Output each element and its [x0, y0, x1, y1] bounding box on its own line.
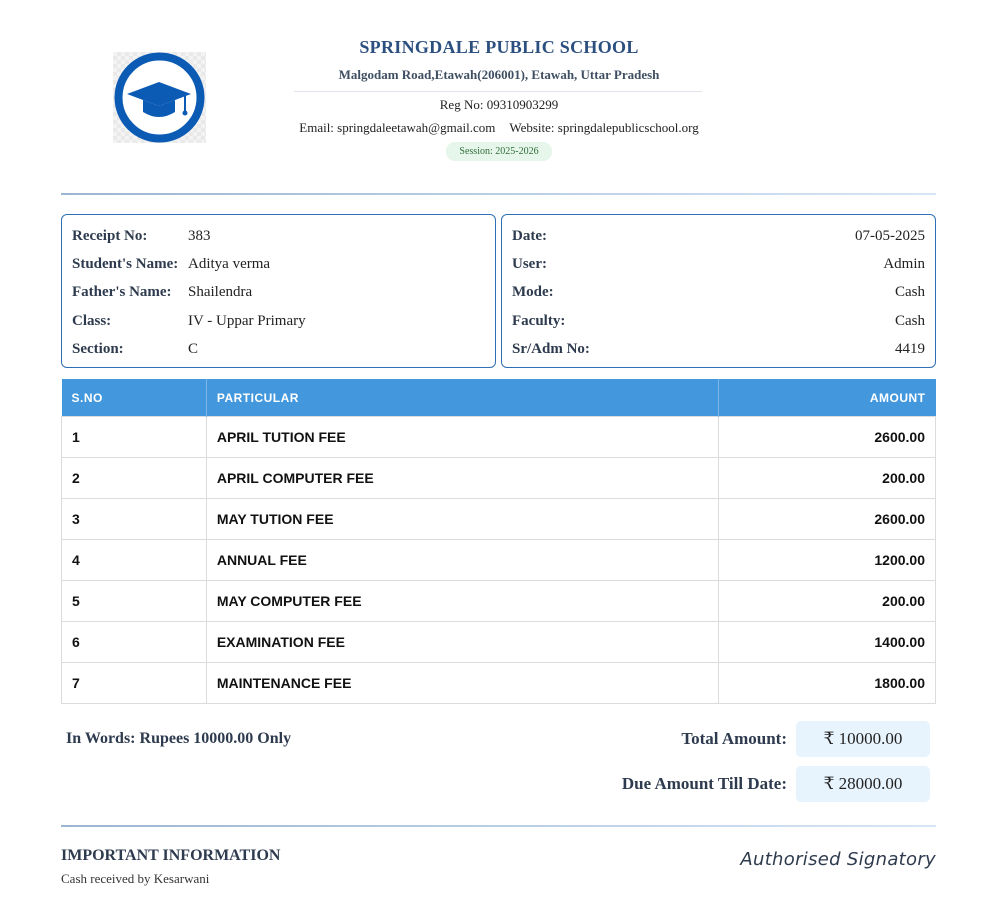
receipt-no-label: Receipt No: [72, 228, 148, 244]
table-row: 3 MAY TUTION FEE 2600.00 [61, 498, 936, 540]
faculty-row: Faculty: Cash [512, 310, 925, 332]
footer-separator [61, 825, 936, 827]
sno-cell: 3 [61, 498, 207, 540]
amount-in-words: In Words: Rupees 10000.00 Only [66, 730, 292, 747]
school-logo [113, 52, 206, 143]
receipt-no-row: Receipt No: 383 [72, 225, 485, 247]
sr-adm-no-label: Sr/Adm No: [512, 341, 590, 357]
date-row: Date: 07-05-2025 [512, 225, 925, 247]
faculty-label: Faculty: [512, 313, 566, 329]
authorised-signatory: Authorised Signatory [740, 849, 936, 870]
header-separator [61, 193, 936, 195]
father-name-label: Father's Name: [72, 284, 172, 300]
user-row: User: Admin [512, 253, 925, 275]
amount-cell: 2600.00 [718, 498, 936, 540]
sno-header: S.NO [61, 379, 207, 417]
sno-cell: 7 [61, 662, 207, 704]
important-info-text: Cash received by Kesarwani [61, 871, 210, 886]
table-row: 4 ANNUAL FEE 1200.00 [61, 539, 936, 581]
total-amount-value: ₹ 10000.00 [796, 721, 930, 757]
important-info-title: IMPORTANT INFORMATION [61, 847, 281, 864]
contact-line: Email: springdaleetawah@gmail.com Website… [260, 120, 738, 136]
sno-cell: 4 [61, 539, 207, 581]
particular-cell: MAY COMPUTER FEE [205, 580, 720, 622]
school-name: SPRINGDALE PUBLIC SCHOOL [359, 37, 639, 57]
student-name-row: Student's Name: Aditya verma [72, 253, 485, 275]
registration-number: Reg No: 09310903299 [439, 97, 559, 112]
table-row: 5 MAY COMPUTER FEE 200.00 [61, 580, 936, 622]
table-row: 7 MAINTENANCE FEE 1800.00 [61, 662, 936, 704]
class-label: Class: [72, 313, 112, 329]
fee-table: S.NO PARTICULAR AMOUNT 1 APRIL TUTION FE… [61, 379, 936, 704]
particular-cell: MAY TUTION FEE [205, 498, 720, 540]
amount-cell: 2600.00 [718, 416, 936, 458]
graduation-cap-icon [114, 52, 205, 143]
faculty-value: Cash [895, 313, 925, 329]
sno-cell: 1 [61, 416, 207, 458]
father-name-row: Father's Name: Shailendra [72, 281, 485, 303]
father-name-value: Shailendra [188, 284, 253, 300]
date-value: 07-05-2025 [855, 228, 925, 244]
mode-row: Mode: Cash [512, 281, 925, 303]
school-email: Email: springdaleetawah@gmail.com [299, 120, 496, 135]
section-value: C [188, 341, 199, 357]
user-value: Admin [883, 256, 925, 272]
particular-header: PARTICULAR [206, 379, 720, 417]
particular-cell: MAINTENANCE FEE [205, 662, 720, 704]
student-info-box: Receipt No: 383 Student's Name: Aditya v… [61, 214, 496, 368]
receipt-no-value: 383 [188, 228, 211, 244]
table-row: 2 APRIL COMPUTER FEE 200.00 [61, 457, 936, 499]
table-header-row: S.NO PARTICULAR AMOUNT [61, 379, 936, 417]
amount-cell: 1200.00 [718, 539, 936, 581]
sno-cell: 5 [61, 580, 207, 622]
date-label: Date: [512, 228, 547, 244]
mode-label: Mode: [512, 284, 554, 300]
student-name-value: Aditya verma [188, 256, 271, 272]
particular-cell: ANNUAL FEE [205, 539, 720, 581]
particular-cell: APRIL TUTION FEE [205, 416, 720, 458]
table-row: 1 APRIL TUTION FEE 2600.00 [61, 416, 936, 458]
sno-cell: 2 [61, 457, 207, 499]
due-amount-label: Due Amount Till Date: [621, 774, 787, 793]
class-value: IV - Uppar Primary [188, 313, 306, 329]
mode-value: Cash [895, 284, 925, 300]
particular-cell: EXAMINATION FEE [205, 621, 720, 663]
receipt-info-box: Date: 07-05-2025 User: Admin Mode: Cash … [501, 214, 936, 368]
amount-cell: 1800.00 [718, 662, 936, 704]
school-website: Website: springdalepublicschool.org [509, 120, 699, 135]
amount-header: AMOUNT [718, 379, 936, 417]
total-amount-label: Total Amount: [681, 729, 787, 748]
section-row: Section: C [72, 338, 485, 360]
student-name-label: Student's Name: [72, 256, 179, 272]
section-label: Section: [72, 341, 124, 357]
sno-cell: 6 [61, 621, 207, 663]
particular-cell: APRIL COMPUTER FEE [205, 457, 720, 499]
amount-cell: 200.00 [718, 457, 936, 499]
amount-cell: 1400.00 [718, 621, 936, 663]
class-row: Class: IV - Uppar Primary [72, 310, 485, 332]
table-row: 6 EXAMINATION FEE 1400.00 [61, 621, 936, 663]
sr-adm-no-value: 4419 [895, 341, 925, 357]
header-divider [294, 91, 702, 92]
session-badge: Session: 2025-2026 [446, 142, 552, 161]
sr-adm-no-row: Sr/Adm No: 4419 [512, 338, 925, 360]
user-label: User: [512, 256, 547, 272]
due-amount-value: ₹ 28000.00 [796, 766, 930, 802]
amount-cell: 200.00 [718, 580, 936, 622]
school-address: Malgodam Road,Etawah(206001), Etawah, Ut… [338, 67, 660, 82]
